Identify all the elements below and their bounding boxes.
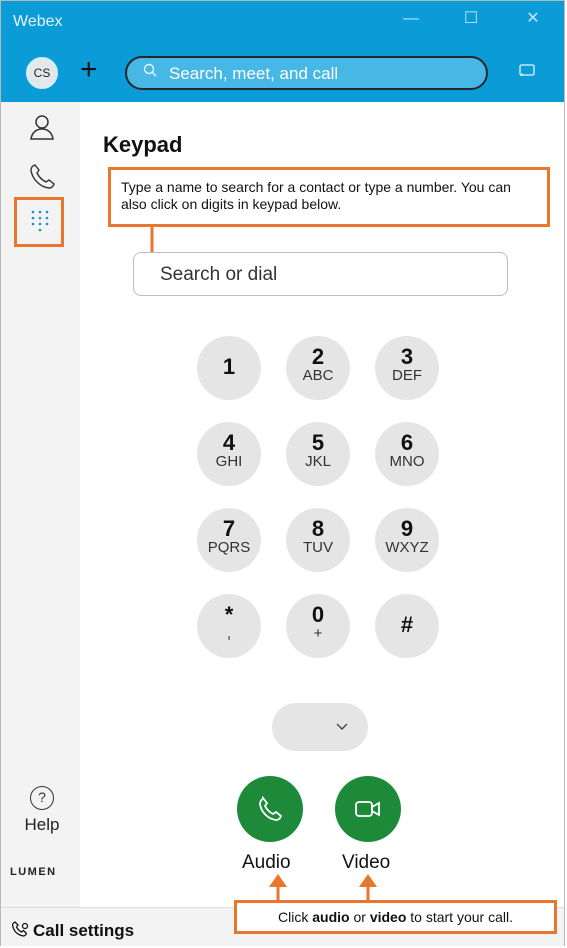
page-title: Keypad <box>103 132 183 157</box>
maximize-button[interactable]: ☐ <box>459 9 483 29</box>
calls-icon[interactable] <box>28 162 56 190</box>
key-letters: PQRS <box>207 539 251 556</box>
key-5[interactable]: 5 JKL <box>286 422 350 486</box>
call-tooltip-audio: audio <box>312 909 350 925</box>
app-title: Webex <box>13 13 63 30</box>
key-letters: WXYZ <box>385 539 429 556</box>
key-digit: 5 <box>311 430 325 455</box>
key-2[interactable]: 2 ABC <box>286 336 350 400</box>
contacts-icon[interactable] <box>28 113 56 141</box>
key-letters: JKL <box>305 453 331 470</box>
video-camera-icon <box>355 801 380 817</box>
key-letters: , <box>226 625 232 642</box>
key-4[interactable]: 4 GHI <box>197 422 261 486</box>
key-digit: 1 <box>222 354 236 379</box>
video-label: Video <box>342 852 391 873</box>
search-icon <box>143 63 157 81</box>
phone-icon <box>259 796 283 821</box>
key-1[interactable]: 1 <box>197 336 261 400</box>
key-8[interactable]: 8 TUV <box>286 508 350 572</box>
keypad-nav-button[interactable] <box>14 197 64 247</box>
key-digit: 0 <box>311 602 325 627</box>
search-placeholder: Search, meet, and call <box>169 64 339 83</box>
key-digit: * <box>224 602 234 627</box>
key-0[interactable]: 0 + <box>286 594 350 658</box>
key-digit: 9 <box>400 516 414 541</box>
call-tooltip-video: video <box>369 909 407 925</box>
call-tooltip-text-2: or <box>349 909 370 925</box>
key-letters: TUV <box>303 539 333 556</box>
key-digit: 7 <box>222 516 236 541</box>
call-settings-icon <box>11 921 30 939</box>
help-button[interactable]: ? Help <box>21 786 63 835</box>
key-digit: 2 <box>311 344 325 369</box>
new-button[interactable]: + <box>80 55 98 85</box>
close-button[interactable]: ✕ <box>521 9 545 29</box>
call-tooltip: Click audio or video to start your call. <box>234 900 557 934</box>
dial-input-field[interactable] <box>158 263 492 287</box>
call-tooltip-text-1: Click <box>278 909 313 925</box>
key-3[interactable]: 3 DEF <box>375 336 439 400</box>
key-digit: 8 <box>311 516 325 541</box>
key-letters: ABC <box>302 367 334 384</box>
key-digit: 6 <box>400 430 414 455</box>
help-label: Help <box>24 815 60 834</box>
key-digit: 3 <box>400 344 414 369</box>
call-options-dropdown[interactable] <box>272 703 368 751</box>
search-tooltip: Type a name to search for a contact or t… <box>108 167 550 227</box>
call-settings-button[interactable]: Call settings <box>33 921 134 941</box>
help-icon: ? <box>30 786 54 810</box>
audio-call-button[interactable] <box>237 776 303 842</box>
keypad-icon <box>29 209 51 240</box>
search-bar[interactable]: Search, meet, and call <box>125 56 488 90</box>
screen-share-icon[interactable] <box>519 64 535 78</box>
key-7[interactable]: 7 PQRS <box>197 508 261 572</box>
key-letters: GHI <box>215 453 243 470</box>
key-letters: DEF <box>392 367 422 384</box>
key-digit: # <box>400 612 414 637</box>
audio-label: Audio <box>242 852 291 873</box>
brand-logo: LUMEN <box>10 866 57 878</box>
key-star[interactable]: *, <box>197 594 261 658</box>
call-tooltip-text-3: to start your call. <box>406 909 513 925</box>
key-hash[interactable]: # <box>375 594 439 658</box>
dial-input[interactable] <box>133 252 508 296</box>
key-letters: + <box>313 625 323 642</box>
key-digit: 4 <box>222 430 236 455</box>
key-6[interactable]: 6 MNO <box>375 422 439 486</box>
minimize-button[interactable]: — <box>399 9 423 29</box>
key-9[interactable]: 9 WXYZ <box>375 508 439 572</box>
chevron-down-icon <box>336 723 348 730</box>
avatar[interactable]: CS <box>26 57 58 89</box>
key-letters: MNO <box>389 453 425 470</box>
video-call-button[interactable] <box>335 776 401 842</box>
